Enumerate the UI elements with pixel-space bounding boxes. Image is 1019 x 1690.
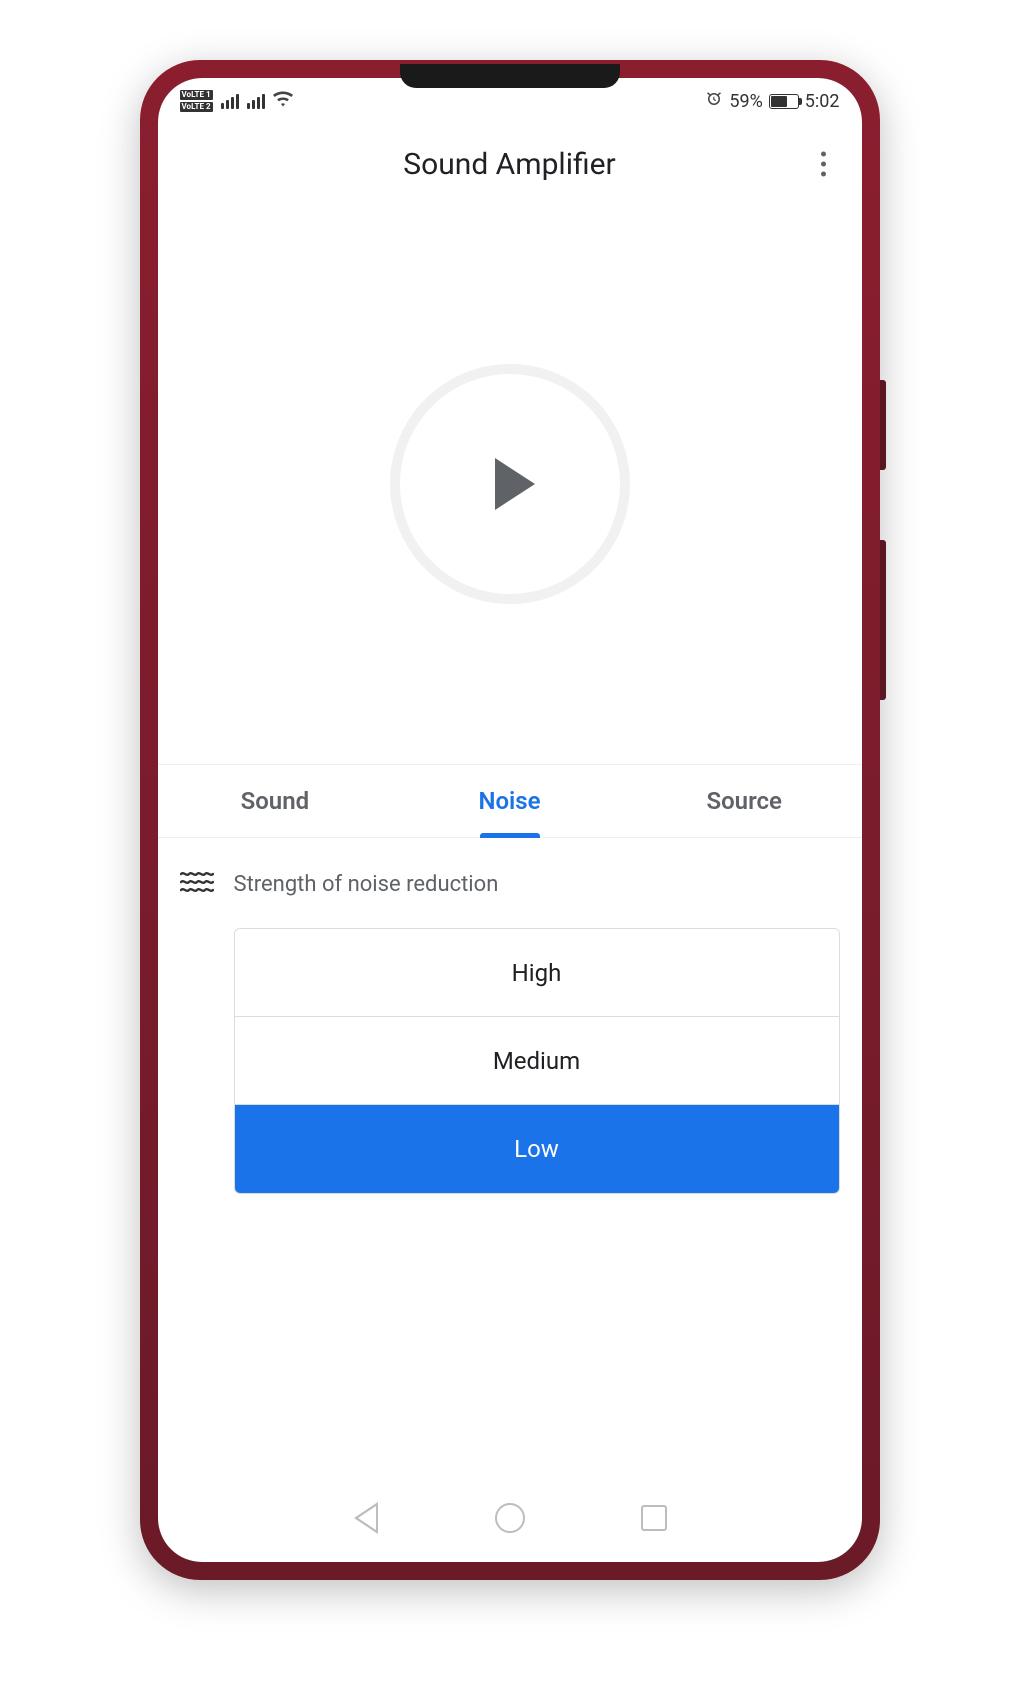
clock-time: 5:02 (805, 91, 840, 112)
home-icon (495, 1503, 525, 1533)
tab-label: Source (706, 787, 781, 815)
viewport: VoLTE 1 VoLTE 2 59% 5:02 (158, 78, 862, 1562)
nav-recents-button[interactable] (637, 1501, 671, 1535)
wifi-icon (273, 91, 293, 112)
tab-source[interactable]: Source (627, 765, 862, 837)
option-label: Low (514, 1135, 559, 1163)
alarm-icon (705, 90, 723, 113)
signal-bars-2-icon (247, 94, 265, 109)
camera-cutout (400, 64, 620, 88)
system-nav-bar (158, 1482, 862, 1562)
play-icon (495, 458, 535, 510)
nav-back-button[interactable] (349, 1501, 383, 1535)
volte-indicators: VoLTE 1 VoLTE 2 (180, 90, 213, 112)
option-low[interactable]: Low (235, 1105, 839, 1193)
status-left: VoLTE 1 VoLTE 2 (180, 90, 293, 112)
page-title: Sound Amplifier (403, 147, 615, 182)
play-area (158, 204, 862, 764)
tab-label: Noise (478, 787, 540, 815)
signal-bars-1-icon (221, 94, 239, 109)
option-high[interactable]: High (235, 929, 839, 1017)
option-label: High (512, 959, 562, 987)
recents-icon (641, 1505, 667, 1531)
noise-strength-options: High Medium Low (234, 928, 840, 1194)
overflow-menu-button[interactable] (811, 142, 836, 187)
phone-frame: VoLTE 1 VoLTE 2 59% 5:02 (140, 60, 880, 1580)
volte-1-badge: VoLTE 1 (180, 90, 213, 100)
tab-sound[interactable]: Sound (158, 765, 393, 837)
section-title: Strength of noise reduction (234, 872, 499, 897)
screen-bezel: VoLTE 1 VoLTE 2 59% 5:02 (158, 78, 862, 1562)
app-bar: Sound Amplifier (158, 124, 862, 204)
status-right: 59% 5:02 (705, 90, 839, 113)
tab-noise[interactable]: Noise (392, 765, 627, 837)
back-icon (354, 1502, 378, 1534)
battery-icon (769, 94, 799, 109)
tab-label: Sound (241, 787, 310, 815)
play-button[interactable] (400, 374, 620, 594)
volte-2-badge: VoLTE 2 (180, 102, 213, 112)
option-label: Medium (493, 1047, 580, 1075)
nav-home-button[interactable] (493, 1501, 527, 1535)
tabs: Sound Noise Source (158, 764, 862, 838)
section-header: Strength of noise reduction (180, 868, 840, 900)
waves-icon (180, 868, 214, 900)
noise-section: Strength of noise reduction High Medium … (158, 838, 862, 1482)
battery-percent: 59% (729, 91, 762, 112)
option-medium[interactable]: Medium (235, 1017, 839, 1105)
